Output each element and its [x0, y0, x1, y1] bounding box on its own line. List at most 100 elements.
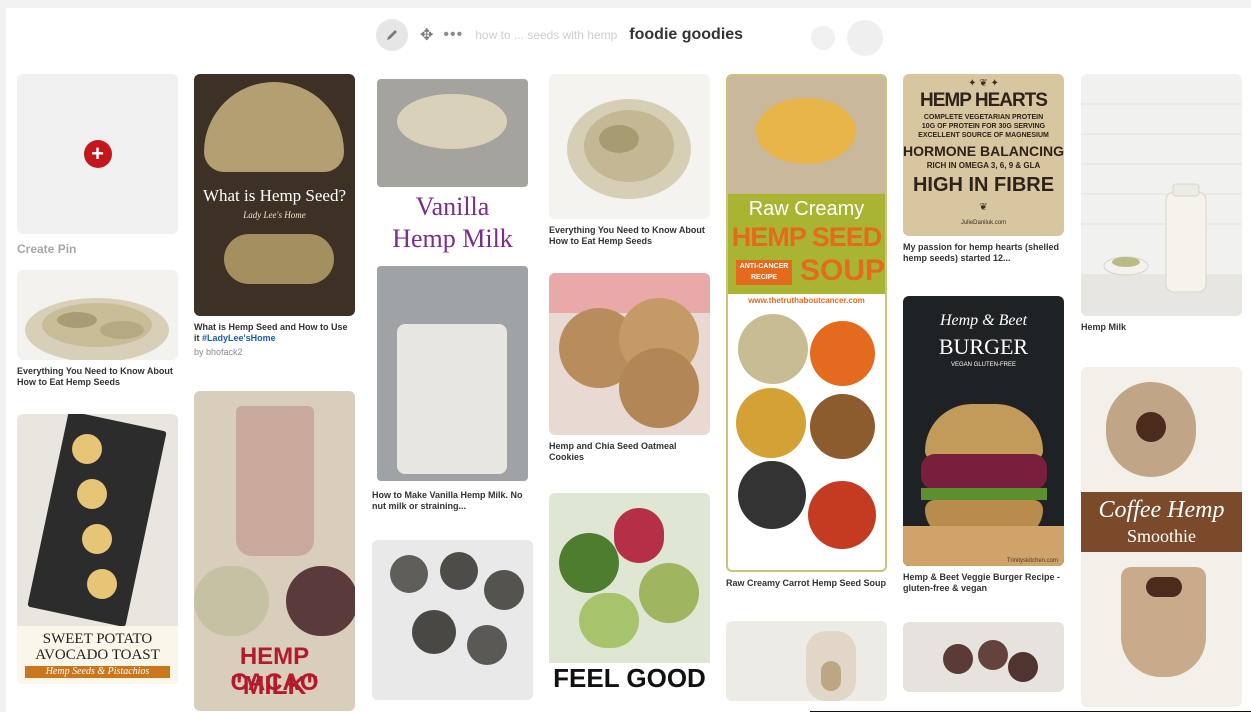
- pin-image[interactable]: SWEET POTATO AVOCADO TOAST Hemp Seeds & …: [17, 414, 178, 684]
- collaborator-avatar[interactable]: [847, 20, 883, 56]
- soup-source-url: www.thetruthaboutcancer.com: [748, 296, 865, 305]
- pin-column-6: ✦ ❦ ✦ HEMP HEARTS COMPLETE VEGETARIAN PR…: [903, 74, 1064, 706]
- pin-card[interactable]: [903, 622, 1064, 692]
- pin-image[interactable]: Coffee Hemp Smoothie: [1081, 367, 1242, 707]
- pin-caption: Raw Creamy Carrot Hemp Seed Soup: [726, 578, 887, 588]
- more-dots-icon[interactable]: •••: [443, 26, 463, 44]
- pin-card[interactable]: ✦ ❦ ✦ HEMP HEARTS COMPLETE VEGETARIAN PR…: [903, 74, 1064, 264]
- create-pin-label: Create Pin: [17, 242, 77, 256]
- pin-card[interactable]: [726, 621, 887, 701]
- toast-title-panel: SWEET POTATO AVOCADO TOAST Hemp Seeds & …: [17, 626, 178, 684]
- pin-author[interactable]: by bhofack2: [194, 347, 355, 357]
- hemp-seeds-pile-image: [25, 298, 169, 360]
- pin-image[interactable]: Hemp & Beet BURGER VEGAN GLUTEN-FREE Tri…: [903, 296, 1064, 566]
- pin-image[interactable]: Raw Creamy HEMP SEED ANTI-CANCER RECIPE …: [726, 74, 887, 572]
- pin-column-4: Everything You Need to Know About How to…: [549, 74, 710, 707]
- pin-image[interactable]: [549, 74, 710, 219]
- pin-column-5: Raw Creamy HEMP SEED ANTI-CANCER RECIPE …: [726, 74, 887, 712]
- pin-caption: Hemp and Chia Seed Oatmeal Cookies: [549, 441, 677, 462]
- hemp-hearts-line6: HIGH IN FIBRE: [912, 174, 1055, 196]
- pin-card[interactable]: Vanilla Hemp Milk How to Make Vanilla He…: [372, 74, 533, 512]
- pin-card[interactable]: Raw Creamy HEMP SEED ANTI-CANCER RECIPE …: [726, 74, 887, 589]
- edit-board-button[interactable]: [376, 19, 408, 51]
- create-pin-tile[interactable]: +: [17, 74, 178, 234]
- move-icon[interactable]: ✥: [420, 25, 433, 45]
- burger-tags: VEGAN GLUTEN-FREE: [950, 362, 1016, 368]
- toolbar-right-faded: [811, 20, 883, 56]
- board-title: foodie goodies: [629, 26, 744, 43]
- board-page: ✥ ••• how to ... seeds with hemp foodie …: [6, 8, 1251, 712]
- pin-card[interactable]: SWEET POTATO AVOCADO TOAST Hemp Seeds & …: [17, 414, 178, 684]
- pin-image[interactable]: What is Hemp Seed? Lady Lee's Home: [194, 74, 355, 316]
- pin-image[interactable]: [903, 622, 1064, 692]
- pin-image[interactable]: ✦ ❦ ✦ HEMP HEARTS COMPLETE VEGETARIAN PR…: [903, 74, 1064, 236]
- toast-title-line1: SWEET POTATO: [42, 631, 153, 647]
- pin-image[interactable]: [1081, 74, 1242, 316]
- pin-card[interactable]: Everything You Need to Know About How to…: [549, 74, 710, 247]
- share-icon[interactable]: [811, 26, 835, 50]
- pin-caption: Hemp Milk: [1081, 322, 1127, 332]
- board-subtitle-faded: how to ... seeds with hemp: [475, 28, 618, 42]
- pin-column-2: What is Hemp Seed? Lady Lee's Home What …: [194, 74, 355, 712]
- hemp-hearts-title: HEMP HEARTS: [920, 90, 1048, 111]
- plus-icon: +: [83, 140, 112, 168]
- coffee-title-line2: Smoothie: [1126, 526, 1196, 546]
- hemp-hearts-line3: EXCELLENT SOURCE OF MAGNESIUM: [918, 132, 1049, 139]
- pin-column-7: Hemp Milk Coffee Hemp Smoothie: [1081, 74, 1242, 712]
- coffee-title-line1: Coffee Hemp: [1098, 497, 1225, 523]
- pin-image[interactable]: Vanilla Hemp Milk: [372, 74, 533, 484]
- soup-title-line3: SOUP: [800, 254, 886, 287]
- pin-card[interactable]: FEEL GOOD: [549, 493, 710, 693]
- subway-tile-background: [1081, 103, 1242, 316]
- pin-overlay-title: FEEL GOOD: [553, 663, 706, 693]
- pin-card[interactable]: Everything You Need to Know About How to…: [17, 270, 178, 388]
- pin-overlay-sub: Lady Lee's Home: [243, 210, 306, 220]
- pin-image[interactable]: HEMP CACAO "MILK": [194, 391, 355, 711]
- pin-overlay-title: What is Hemp Seed?: [202, 186, 347, 205]
- toast-title-line2: AVOCADO TOAST: [35, 647, 160, 663]
- pin-image[interactable]: [549, 273, 710, 435]
- hemp-hearts-site: JulieDaniluk.com: [960, 220, 1007, 226]
- pin-caption: My passion for hemp hearts (shelled hemp…: [903, 242, 1060, 263]
- soup-title-line1: Raw Creamy: [748, 198, 865, 220]
- pin-caption: Everything You Need to Know About How to…: [549, 225, 705, 246]
- pin-card[interactable]: Coffee Hemp Smoothie: [1081, 367, 1242, 707]
- burger-title-line2: BURGER: [938, 334, 1029, 359]
- pin-caption: Everything You Need to Know About How to…: [17, 366, 173, 387]
- pin-overlay-title: Vanilla: [415, 192, 490, 221]
- pin-caption: What is Hemp Seed and How to Use it #Lad…: [194, 322, 348, 343]
- hemp-seeds-pile-image: [567, 99, 691, 199]
- pin-card[interactable]: Hemp Milk: [1081, 74, 1242, 333]
- decorative-flourish-bottom: ❦: [979, 202, 988, 213]
- coffee-title-panel: Coffee Hemp Smoothie: [1081, 492, 1242, 552]
- pencil-icon: [387, 30, 397, 40]
- pin-hashtag-link[interactable]: #LadyLee'sHome: [202, 333, 276, 343]
- hemp-hearts-line1: COMPLETE VEGETARIAN PROTEIN: [923, 114, 1044, 121]
- pin-card[interactable]: What is Hemp Seed? Lady Lee's Home What …: [194, 74, 355, 357]
- pin-image[interactable]: [17, 270, 178, 360]
- soup-title-line2: HEMP SEED: [731, 222, 883, 252]
- pin-column-3: Vanilla Hemp Milk How to Make Vanilla He…: [372, 74, 533, 712]
- pin-card[interactable]: HEMP CACAO "MILK": [194, 391, 355, 711]
- board-toolbar: ✥ ••• how to ... seeds with hemp foodie …: [376, 18, 743, 52]
- pin-overlay-sub: "MILK": [230, 670, 319, 700]
- pin-caption: Hemp & Beet Veggie Burger Recipe - glute…: [903, 572, 1061, 593]
- pin-card[interactable]: [372, 540, 533, 700]
- burger-site: Trinityskitchen.com: [1006, 558, 1058, 564]
- pin-image[interactable]: [372, 540, 533, 700]
- pin-caption: How to Make Vanilla Hemp Milk. No nut mi…: [372, 490, 523, 511]
- pin-column-1: + Create Pin Everything You Need to Know…: [17, 74, 178, 698]
- hemp-hearts-line5: RICH IN OMEGA 3, 6, 9 & GLA: [926, 161, 1041, 170]
- burger-title-line1: Hemp & Beet: [939, 312, 1028, 329]
- pin-image[interactable]: [726, 621, 887, 701]
- hemp-hearts-line2: 10G OF PROTEIN FOR 30G SERVING: [921, 123, 1046, 130]
- pin-card[interactable]: Hemp and Chia Seed Oatmeal Cookies: [549, 273, 710, 463]
- pin-overlay-sub: Hemp Milk: [392, 224, 513, 253]
- decorative-flourish: ✦ ❦ ✦: [968, 78, 999, 89]
- create-pin-card[interactable]: + Create Pin: [17, 74, 178, 256]
- pin-image[interactable]: FEEL GOOD: [549, 493, 710, 693]
- soup-title-panel: Raw Creamy HEMP SEED ANTI-CANCER RECIPE …: [728, 194, 885, 294]
- toast-subtitle: Hemp Seeds & Pistachios: [25, 666, 170, 678]
- hemp-hearts-line4: HORMONE BALANCING: [903, 143, 1064, 159]
- pin-card[interactable]: Hemp & Beet BURGER VEGAN GLUTEN-FREE Tri…: [903, 296, 1064, 594]
